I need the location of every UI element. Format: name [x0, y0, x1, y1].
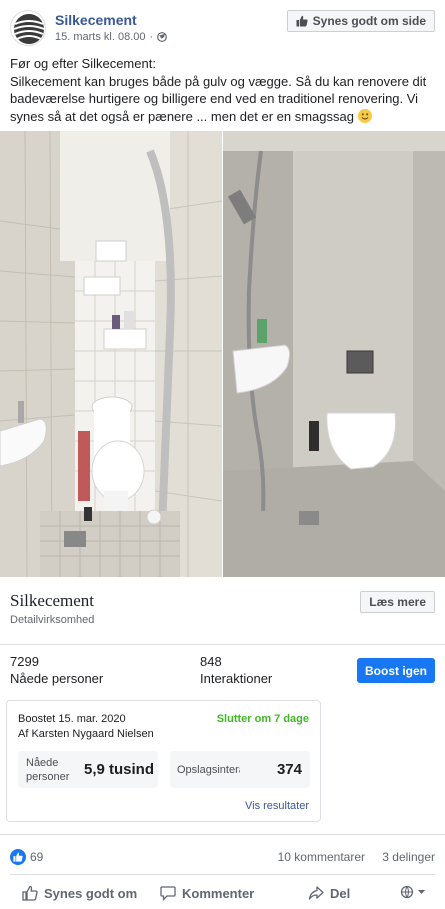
page-avatar[interactable] — [10, 10, 46, 46]
boost-summary-card: Boostet 15. mar. 2020 Af Karsten Nygaard… — [6, 700, 321, 822]
view-results-link[interactable]: Vis resultater — [245, 800, 309, 812]
boost-ends-status: Slutter om 7 dage — [216, 713, 309, 725]
thumbs-up-icon — [22, 885, 38, 901]
post-text: Før og efter Silkecement: Silkecement ka… — [10, 55, 435, 125]
reach-value: 7299 — [10, 654, 39, 669]
metric-reach-label-b: personer — [26, 771, 70, 783]
interactions-label: Interaktioner — [200, 671, 273, 686]
after-photo[interactable] — [223, 131, 445, 577]
comment-action-button[interactable]: Kommenter — [160, 885, 254, 901]
divider — [10, 874, 435, 875]
like-page-label: Synes godt om side — [312, 14, 426, 28]
like-action-button[interactable]: Synes godt om — [22, 885, 137, 901]
comment-icon — [160, 886, 176, 901]
read-more-button[interactable]: Læs mere — [360, 591, 435, 613]
metric-reach-label-a: Nåede — [26, 757, 59, 769]
smile-emoji — [357, 108, 372, 123]
share-count[interactable]: 3 delinger — [382, 850, 435, 864]
post-header: Silkecement 15. marts kl. 08.00 · Synes … — [10, 10, 435, 46]
metric-engagement-value: 374 — [276, 761, 302, 778]
comment-count[interactable]: 10 kommentarer — [278, 850, 365, 864]
divider — [0, 834, 445, 835]
boost-again-button[interactable]: Boost igen — [357, 658, 435, 683]
globe-icon[interactable] — [157, 32, 168, 42]
share-icon — [308, 886, 324, 900]
link-card[interactable]: Silkecement Detailvirksomhed Læs mere — [0, 577, 445, 645]
audience-dropdown-icon — [400, 885, 425, 899]
post-text-line1: Før og efter Silkecement: — [10, 56, 156, 71]
reactions-bar: 69 10 kommentarer 3 delinger — [0, 846, 445, 868]
metric-reach-value: 5,9 tusind — [84, 761, 155, 778]
thumbs-up-icon — [13, 852, 23, 862]
reaction-count[interactable]: 69 — [30, 850, 43, 864]
boost-title: Boostet 15. mar. 2020 — [18, 713, 126, 725]
audience-selector[interactable] — [400, 885, 428, 899]
post-meta: 15. marts kl. 08.00 · — [55, 31, 168, 43]
reach-label: Nåede personer — [10, 671, 104, 686]
metric-reach: Nåede personer 5,9 tusind — [18, 751, 158, 788]
before-photo[interactable] — [0, 131, 222, 577]
share-action-button[interactable]: Del — [308, 885, 350, 901]
post-actions: Synes godt om Kommenter Del — [0, 879, 445, 909]
link-card-subtitle: Detailvirksomhed — [10, 614, 95, 626]
link-card-title[interactable]: Silkecement — [10, 591, 94, 611]
metric-reach-label: Nåede personer — [26, 756, 69, 784]
post-timestamp[interactable]: 15. marts kl. 08.00 — [55, 31, 146, 43]
comment-action-label: Kommenter — [182, 885, 255, 901]
like-action-label: Synes godt om — [44, 885, 138, 901]
thumbs-up-icon — [296, 15, 308, 27]
meta-separator: · — [149, 31, 154, 43]
like-reaction-icon[interactable] — [10, 849, 26, 865]
post-text-body: Silkecement kan bruges både på gulv og v… — [10, 73, 435, 126]
share-action-label: Del — [330, 885, 351, 901]
metric-engagement: Opslagsinteraktioner 374 — [170, 751, 310, 788]
like-page-button[interactable]: Synes godt om side — [286, 10, 435, 32]
metric-engagement-label: Opslagsinteraktioner — [177, 764, 240, 776]
post-insights: 7299 Nåede personer 848 Interaktioner Bo… — [0, 646, 445, 694]
avatar-logo — [13, 14, 45, 44]
interactions-value: 848 — [200, 654, 222, 669]
boost-author: Af Karsten Nygaard Nielsen — [18, 728, 154, 740]
page-name-link[interactable]: Silkecement — [55, 12, 137, 28]
